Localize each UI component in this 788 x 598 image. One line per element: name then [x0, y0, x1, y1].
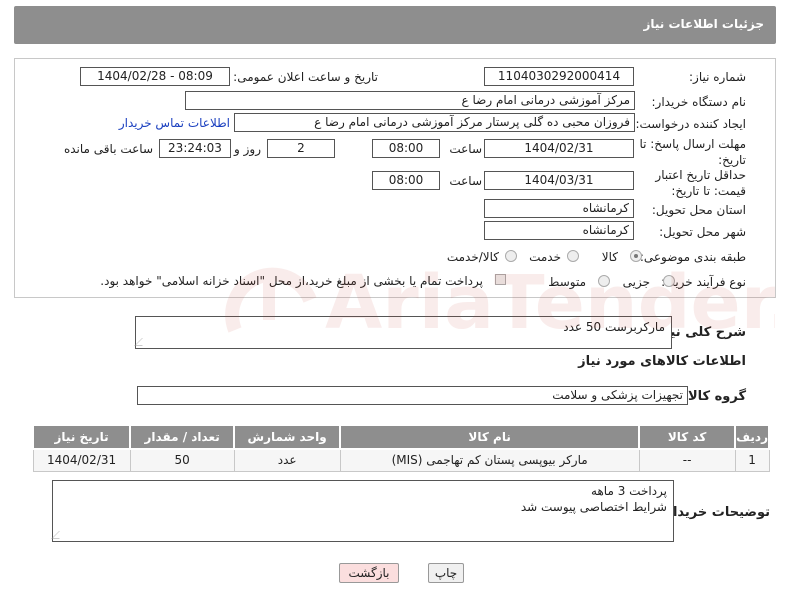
creator-label: ایجاد کننده درخواست: [635, 117, 746, 131]
price-validity-time-label: ساعت [449, 174, 482, 188]
deadline-date-field: 1404/02/31 [484, 139, 634, 158]
col-unit: واحد شمارش [233, 424, 342, 450]
goods-group-field: تجهیزات پزشکی و سلامت [137, 386, 688, 405]
print-button[interactable]: چاپ [428, 563, 464, 583]
deadline-time-label: ساعت [449, 142, 482, 156]
buyer-notes-field: پرداخت 3 ماهه شرایط اختصاصی پیوست شد [51, 480, 674, 542]
resize-grip[interactable] [51, 531, 67, 539]
process-medium-label: متوسط [548, 275, 586, 289]
col-goods-code: کد کالا [638, 424, 737, 450]
process-minor-radio[interactable] [663, 275, 675, 287]
deadline-time-field: 08:00 [372, 139, 440, 158]
payment-note: پرداخت تمام یا بخشی از مبلغ خرید،از محل … [100, 274, 483, 288]
category-both-label: کالا/خدمت [446, 250, 499, 264]
summary-field: مارکربرست 50 عدد [134, 316, 672, 349]
price-validity-label: حداقل تاریخ اعتبار قیمت: تا تاریخ: [655, 168, 746, 198]
announce-datetime-field: 1404/02/28 - 08:09 [80, 67, 230, 86]
goods-table: ردیف کد کالا نام کالا واحد شمارش تعداد /… [31, 424, 770, 472]
cell-need-date: 1404/02/31 [32, 448, 131, 472]
col-row-number: ردیف [734, 424, 770, 450]
col-quantity: تعداد / مقدار [129, 424, 236, 450]
days-label: روز و [234, 142, 261, 156]
process-medium-radio[interactable] [598, 275, 610, 287]
category-both-radio[interactable] [505, 250, 517, 262]
back-button[interactable]: بازگشت [339, 563, 399, 583]
cell-goods-code: -- [638, 448, 736, 472]
process-minor-label: جزیی [622, 275, 650, 289]
deadline-label: مهلت ارسال پاسخ: تا تاریخ: [639, 137, 746, 167]
goods-info-title: اطلاعات کالاهای مورد نیاز [578, 354, 746, 369]
page-header: جزئیات اطلاعات نیاز [14, 6, 776, 44]
buyer-notes-label: توضیحات خریدار: [660, 505, 770, 520]
cell-quantity: 50 [129, 448, 235, 472]
col-need-date: تاریخ نیاز [31, 424, 132, 450]
buyer-org-label: نام دستگاه خریدار: [651, 95, 747, 109]
cell-goods-name: مارکر بیوپسی پستان کم تهاجمی (MIS) [339, 448, 640, 472]
need-number-label: شماره نیاز: [689, 70, 746, 84]
price-validity-time-field: 08:00 [372, 171, 440, 190]
summary-text: مارکربرست 50 عدد [563, 320, 665, 334]
category-goods-label: کالا [601, 250, 618, 264]
days-field: 2 [267, 139, 335, 158]
goods-table-header: ردیف کد کالا نام کالا واحد شمارش تعداد /… [31, 424, 770, 450]
province-label: استان محل تحویل: [651, 203, 746, 217]
buyer-org-field: مرکز آموزشی درمانی امام رضا ع [185, 91, 635, 110]
cell-row-number: 1 [734, 448, 770, 472]
province-field: کرمانشاه [484, 199, 634, 218]
category-label: طبقه بندی موضوعی: [639, 250, 746, 264]
category-service-label: خدمت [529, 250, 561, 264]
resize-grip[interactable] [134, 338, 150, 346]
page-title: جزئیات اطلاعات نیاز [643, 17, 764, 31]
category-goods-radio[interactable] [630, 250, 642, 262]
creator-field: فروزان محبی ده گلی پرستار مرکز آموزشی در… [234, 113, 635, 132]
goods-group-label: گروه کالا: [682, 389, 746, 404]
price-validity-date-field: 1404/03/31 [484, 171, 634, 190]
buyer-notes-line-2: شرایط اختصاصی پیوست شد [520, 500, 667, 514]
category-service-radio[interactable] [567, 250, 579, 262]
remaining-time-field: 23:24:03 [159, 139, 231, 158]
treasury-checkbox[interactable] [495, 274, 506, 285]
city-field: کرمانشاه [484, 221, 634, 240]
cell-unit: عدد [233, 448, 341, 472]
need-number-field: 1104030292000414 [484, 67, 634, 86]
col-goods-name: نام کالا [339, 424, 641, 450]
table-row: 1 -- مارکر بیوپسی پستان کم تهاجمی (MIS) … [32, 448, 770, 472]
city-label: شهر محل تحویل: [659, 225, 746, 239]
buyer-notes-line-1: پرداخت 3 ماهه [591, 484, 667, 498]
buyer-contact-link[interactable]: اطلاعات تماس خریدار [119, 116, 230, 130]
announce-label: تاریخ و ساعت اعلان عمومی: [233, 70, 378, 84]
remaining-label: ساعت باقی مانده [63, 142, 153, 156]
